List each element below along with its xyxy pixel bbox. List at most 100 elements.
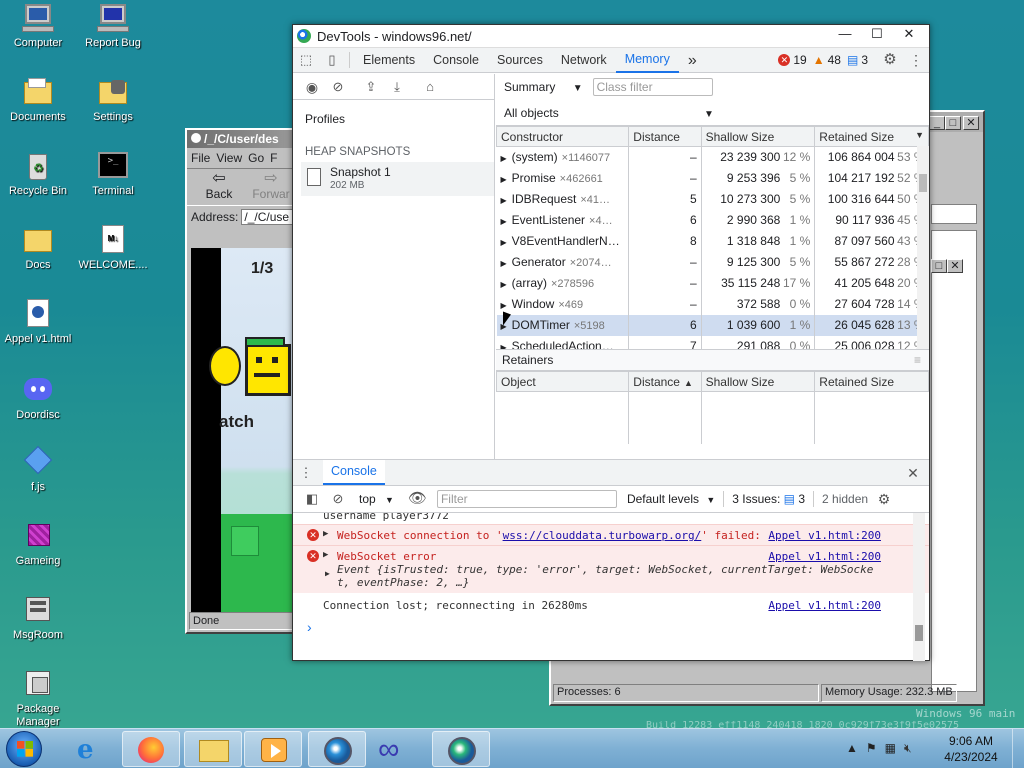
warning-count-badge[interactable]: ▲ 48 — [813, 53, 841, 67]
clear-icon[interactable]: ⊘ — [330, 79, 346, 95]
console-filter-input[interactable]: Filter — [436, 490, 617, 508]
desktop-icon-fjs[interactable]: f.js — [0, 445, 78, 494]
column-distance[interactable]: Distance — [628, 126, 702, 147]
menu-more[interactable]: F — [270, 151, 277, 165]
table-row[interactable]: ▶ Window ×469 – 372 588 0 % 27 604 728 14 % — [497, 293, 929, 315]
log-levels-select[interactable]: Default levels ▼ — [627, 492, 715, 506]
taskbar-media-player[interactable] — [244, 731, 302, 767]
websocket-url-link[interactable]: wss://clouddata.turbowarp.org/ — [503, 529, 702, 542]
maximize-button[interactable]: □ — [945, 116, 961, 130]
expand-arrow-icon[interactable]: ▶ — [323, 550, 328, 560]
view-select[interactable]: Summary ▼ — [504, 80, 583, 94]
error-count-badge[interactable]: ✕ 19 — [778, 53, 807, 67]
minimize-button[interactable]: _ — [929, 116, 945, 130]
class-filter-input[interactable]: Class filter — [592, 78, 713, 96]
drawer-close-icon[interactable]: ✕ — [905, 465, 921, 481]
table-row[interactable]: ▶ IDBRequest ×41… 5 10 273 300 5 % 100 316 644… — [497, 188, 929, 210]
more-options-icon[interactable]: ⋮ — [908, 52, 924, 68]
source-link[interactable]: Appel v1.html:200 — [768, 599, 881, 612]
tab-console[interactable]: Console — [424, 48, 488, 73]
console-prompt[interactable]: › — [293, 615, 929, 639]
menu-view[interactable]: View — [216, 151, 242, 165]
desktop-icon-doordisc[interactable]: Doordisc — [0, 374, 78, 422]
column-shallow-size[interactable]: Shallow Size — [700, 371, 816, 392]
desktop-icon-terminal[interactable]: >_ Terminal — [73, 150, 153, 198]
desktop-icon-settings[interactable]: Settings — [73, 76, 153, 124]
expand-row-icon[interactable]: ▶ — [501, 175, 507, 184]
devtools-titlebar[interactable]: DevTools - windows96.net/ — ☐ ✕ — [293, 25, 929, 47]
message-count-badge[interactable]: ▤ 3 — [847, 53, 868, 67]
clear-console-icon[interactable]: ⊘ — [330, 491, 346, 507]
minimize-button[interactable]: — — [829, 25, 861, 45]
tab-memory[interactable]: Memory — [615, 48, 679, 73]
taskbar-devtools[interactable] — [432, 731, 490, 767]
show-desktop-button[interactable] — [1012, 729, 1024, 768]
download-icon[interactable]: ⤓ — [389, 79, 405, 95]
table-row[interactable]: ▶ (array) ×278596–35 115 248 17 % 41 205 648… — [497, 272, 929, 294]
browser-window[interactable]: /_/C/user/des File View Go F ⇦ Back ⇨ Forwar … — [185, 128, 297, 634]
drawer-tab-console[interactable]: Console — [323, 460, 385, 485]
desktop-icon-recycle-bin[interactable]: ♻ Recycle Bin — [0, 150, 78, 198]
column-object[interactable]: Object — [495, 371, 630, 392]
expand-object-icon[interactable]: ▶ — [325, 569, 330, 578]
expand-row-icon[interactable]: ▶ — [501, 301, 507, 310]
tab-elements[interactable]: Elements — [354, 48, 424, 73]
expand-row-icon[interactable]: ▶ — [501, 154, 507, 163]
inspect-element-icon[interactable]: ⬚ — [298, 52, 314, 68]
browser-titlebar[interactable]: /_/C/user/des — [187, 130, 295, 148]
table-row[interactable]: ▶ Generator ×2074… – 9 125 300 5 % 55 867 272 2… — [497, 251, 929, 273]
expand-row-icon[interactable]: ▶ — [501, 259, 507, 268]
column-retained-size[interactable]: Retained Size — [814, 371, 929, 392]
expand-row-icon[interactable]: ▶ — [501, 280, 507, 289]
record-icon[interactable]: ◉ — [304, 79, 320, 95]
start-button[interactable] — [6, 731, 42, 767]
source-link[interactable]: Appel v1.html:200 — [768, 550, 881, 563]
table-row[interactable]: ▶ DOMTimer ×5198 6 1 039 600 1 % 26 045 628 13 … — [496, 314, 929, 336]
table-row[interactable]: ▶ EventListener ×4… 6 2 990 368 1 % 90 117 936… — [497, 209, 929, 231]
desktop-icon-gameing[interactable]: Gameing — [0, 520, 78, 568]
desktop-icon-report-bug[interactable]: Report Bug — [73, 2, 153, 50]
console-settings-icon[interactable]: ⚙ — [876, 491, 892, 507]
game-canvas[interactable]: 1/3 atch — [191, 248, 293, 612]
upload-icon[interactable]: ⇪ — [363, 79, 379, 95]
expand-arrow-icon[interactable]: ▶ — [323, 529, 328, 539]
task-manager-input[interactable] — [931, 204, 977, 224]
column-shallow-size[interactable]: Shallow Size — [700, 126, 816, 147]
source-link[interactable]: Appel v1.html:200 — [768, 529, 881, 542]
garbage-collect-icon[interactable]: ⌂ — [422, 79, 438, 95]
context-select[interactable]: top ▼ — [359, 492, 394, 506]
issues-button[interactable]: 3 Issues: ▤ 3 — [732, 492, 805, 506]
column-constructor[interactable]: Constructor — [496, 126, 630, 147]
more-tabs-button[interactable]: » — [679, 48, 706, 73]
table-row[interactable]: ▶ Promise ×462661 – 9 253 396 5 % 104 217 192 5… — [497, 167, 929, 189]
clock[interactable]: 9:06 AM 4/23/2024 — [936, 733, 1006, 765]
console-scroll-thumb[interactable] — [915, 625, 923, 641]
network-icon[interactable]: ▦ — [885, 741, 896, 756]
tab-network[interactable]: Network — [552, 48, 616, 73]
inner-maximize-button[interactable]: □ — [931, 259, 947, 273]
inner-close-button[interactable]: ✕ — [947, 259, 963, 273]
flag-icon[interactable]: ⚑ — [866, 741, 877, 756]
column-retained-size[interactable]: Retained Size ▼ — [814, 126, 929, 147]
desktop-icon-documents[interactable]: Documents — [0, 76, 78, 124]
table-row[interactable]: ▶ (system) ×1146077–23 239 300 12 % 106 864 … — [497, 146, 929, 168]
close-button[interactable]: ✕ — [963, 116, 979, 130]
desktop-icon-docs[interactable]: Docs — [0, 224, 78, 272]
desktop-icon-msgroom[interactable]: MsgRoom — [0, 594, 78, 642]
objects-select[interactable]: All objects ▼ — [504, 106, 714, 120]
taskbar-ie[interactable]: e — [62, 731, 120, 767]
expand-row-icon[interactable]: ▶ — [501, 196, 507, 205]
tab-sources[interactable]: Sources — [488, 48, 552, 73]
live-expression-eye-icon[interactable]: 👁 — [408, 491, 427, 507]
address-input[interactable]: /_/C/use — [241, 209, 295, 225]
sidebar-toggle-icon[interactable]: ◧ — [304, 491, 320, 507]
device-toggle-icon[interactable]: ▯ — [324, 52, 340, 68]
menu-file[interactable]: File — [191, 151, 210, 165]
drag-handle-icon[interactable]: ≡ — [914, 353, 921, 367]
drawer-menu-icon[interactable]: ⋮ — [298, 465, 314, 481]
desktop-icon-computer[interactable]: Computer — [0, 2, 78, 50]
grid-scroll-thumb[interactable] — [919, 174, 927, 192]
taskbar-firefox[interactable] — [122, 731, 180, 767]
tray-expand-icon[interactable]: ▲ — [846, 741, 858, 756]
desktop-icon-appel[interactable]: Appel v1.html — [0, 298, 78, 346]
